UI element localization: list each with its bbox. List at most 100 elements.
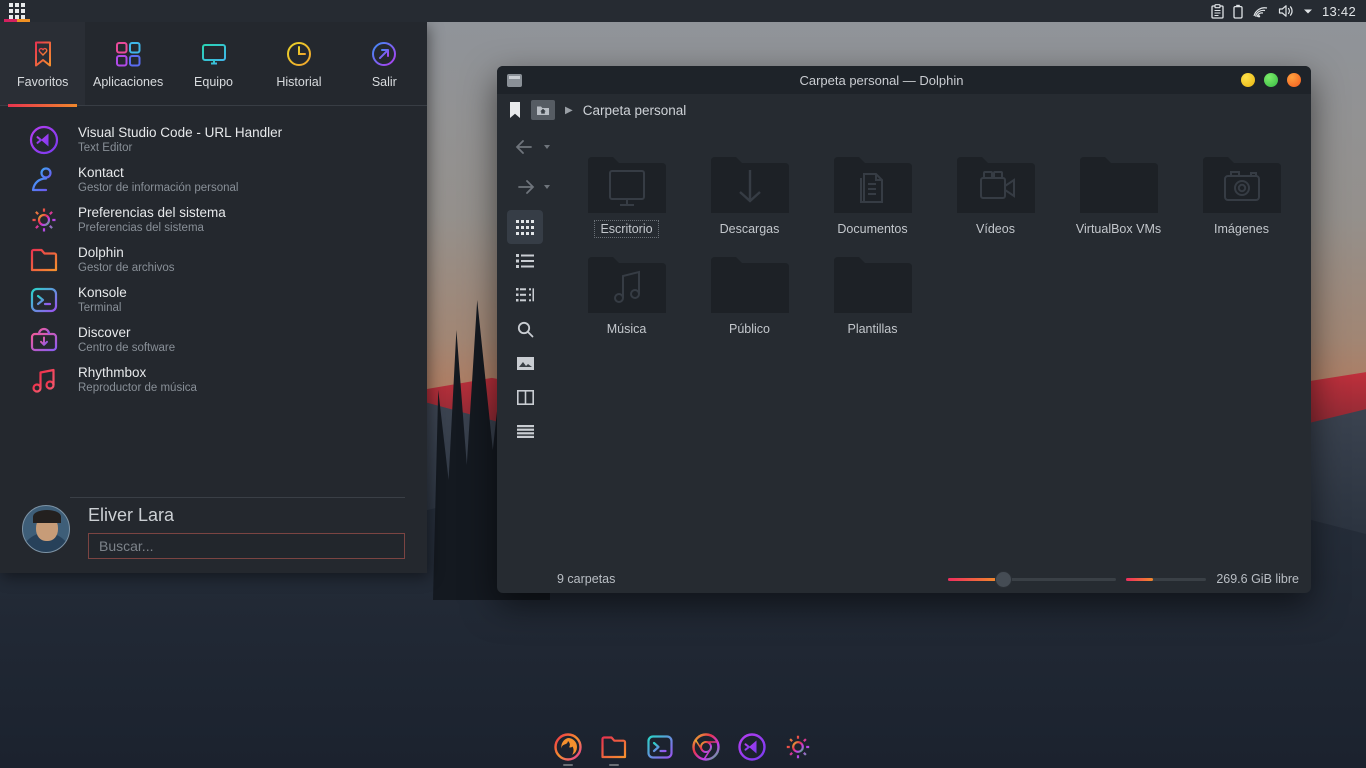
back-button[interactable] bbox=[507, 130, 543, 164]
icons-view-button[interactable] bbox=[507, 210, 543, 244]
app-item-discover[interactable]: Discover Centro de software bbox=[0, 320, 427, 360]
user-avatar[interactable] bbox=[22, 505, 70, 553]
list-view-button[interactable] bbox=[507, 244, 543, 278]
folder-publico[interactable]: Público bbox=[688, 252, 811, 338]
tab-label: Favoritos bbox=[17, 75, 68, 89]
search-button[interactable] bbox=[507, 312, 543, 346]
person-icon bbox=[28, 164, 60, 196]
home-breadcrumb-button[interactable] bbox=[531, 100, 555, 120]
maximize-button[interactable] bbox=[1264, 73, 1278, 87]
tab-label: Historial bbox=[276, 75, 321, 89]
active-tab-indicator bbox=[8, 104, 77, 107]
folder-descargas[interactable]: Descargas bbox=[688, 152, 811, 238]
tab-label: Equipo bbox=[194, 75, 233, 89]
folder-label: Descargas bbox=[714, 220, 786, 238]
dock-dolphin[interactable] bbox=[599, 732, 629, 762]
software-bag-icon bbox=[28, 324, 60, 356]
firefox-icon bbox=[553, 732, 583, 762]
dolphin-toolbar bbox=[497, 126, 553, 565]
chevron-down-icon[interactable] bbox=[1303, 8, 1313, 15]
dock bbox=[553, 732, 813, 766]
zoom-slider[interactable] bbox=[948, 572, 1116, 586]
chrome-icon bbox=[691, 732, 721, 762]
location-bar: ▶ Carpeta personal bbox=[497, 94, 1311, 126]
disk-capacity-bar bbox=[1126, 578, 1206, 581]
folder-label: Escritorio bbox=[594, 220, 658, 238]
tab-salir[interactable]: Salir bbox=[342, 22, 427, 105]
terminal-icon bbox=[645, 732, 675, 762]
tab-favoritos[interactable]: Favoritos bbox=[0, 22, 85, 105]
launcher-active-indicator bbox=[4, 19, 30, 22]
split-view-button[interactable] bbox=[507, 380, 543, 414]
dolphin-window: Carpeta personal — Dolphin ▶ Carpeta per… bbox=[497, 66, 1311, 593]
dock-chrome[interactable] bbox=[691, 732, 721, 762]
app-item-konsole[interactable]: Konsole Terminal bbox=[0, 280, 427, 320]
tab-historial[interactable]: Historial bbox=[256, 22, 341, 105]
app-title: Kontact bbox=[78, 165, 238, 181]
terminal-icon bbox=[28, 284, 60, 316]
app-title: Discover bbox=[78, 325, 175, 341]
window-titlebar[interactable]: Carpeta personal — Dolphin bbox=[497, 66, 1311, 94]
window-title: Carpeta personal — Dolphin bbox=[522, 73, 1241, 88]
back-dropdown-icon[interactable] bbox=[543, 144, 551, 150]
folder-musica[interactable]: Música bbox=[565, 252, 688, 338]
app-item-rhythmbox[interactable]: Rhythmbox Reproductor de música bbox=[0, 360, 427, 400]
folder-label: Música bbox=[601, 320, 653, 338]
folder-plantillas[interactable]: Plantillas bbox=[811, 252, 934, 338]
clipboard-icon[interactable] bbox=[1211, 4, 1224, 19]
folder-icon bbox=[599, 732, 629, 762]
compact-view-button[interactable] bbox=[507, 278, 543, 312]
tab-label: Salir bbox=[372, 75, 397, 89]
network-icon[interactable] bbox=[1252, 4, 1269, 18]
disk-capacity-fill bbox=[1126, 578, 1153, 581]
gear-icon bbox=[783, 732, 813, 762]
forward-dropdown-icon[interactable] bbox=[543, 184, 551, 190]
favorites-list: Visual Studio Code - URL Handler Text Ed… bbox=[0, 106, 427, 400]
minimize-button[interactable] bbox=[1241, 73, 1255, 87]
folder-escritorio[interactable]: Escritorio bbox=[565, 152, 688, 238]
bookmark-icon[interactable] bbox=[509, 102, 521, 119]
breadcrumb-location[interactable]: Carpeta personal bbox=[583, 103, 687, 118]
folder-icon bbox=[28, 244, 60, 276]
app-grid-icon bbox=[9, 3, 25, 19]
clock-icon bbox=[284, 39, 314, 69]
search-input[interactable] bbox=[88, 533, 405, 559]
app-item-preferencias[interactable]: Preferencias del sistema Preferencias de… bbox=[0, 200, 427, 240]
folder-label: Público bbox=[723, 320, 776, 338]
folder-label: Documentos bbox=[831, 220, 913, 238]
app-item-dolphin[interactable]: Dolphin Gestor de archivos bbox=[0, 240, 427, 280]
close-button[interactable] bbox=[1287, 73, 1301, 87]
volume-icon[interactable] bbox=[1278, 4, 1294, 18]
menu-button[interactable] bbox=[507, 414, 543, 448]
app-item-vscode[interactable]: Visual Studio Code - URL Handler Text Ed… bbox=[0, 120, 427, 160]
app-subtitle: Terminal bbox=[78, 301, 127, 315]
dock-system-settings[interactable] bbox=[783, 732, 813, 762]
user-area: Eliver Lara bbox=[0, 505, 427, 559]
launcher-tabs: Favoritos Aplicaciones Equipo H bbox=[0, 22, 427, 106]
folder-documentos[interactable]: Documentos bbox=[811, 152, 934, 238]
dolphin-statusbar: 9 carpetas 269.6 GiB libre bbox=[497, 565, 1311, 593]
dock-vscode[interactable] bbox=[737, 732, 767, 762]
tab-aplicaciones[interactable]: Aplicaciones bbox=[85, 22, 170, 105]
app-grid-icon bbox=[113, 39, 143, 69]
folder-videos[interactable]: Vídeos bbox=[934, 152, 1057, 238]
dock-firefox[interactable] bbox=[553, 732, 583, 762]
zoom-slider-handle[interactable] bbox=[995, 571, 1012, 588]
preview-button[interactable] bbox=[507, 346, 543, 380]
folder-label: Vídeos bbox=[970, 220, 1021, 238]
tab-equipo[interactable]: Equipo bbox=[171, 22, 256, 105]
app-item-kontact[interactable]: Kontact Gestor de información personal bbox=[0, 160, 427, 200]
breadcrumb-separator-icon[interactable]: ▶ bbox=[565, 105, 573, 116]
app-subtitle: Gestor de archivos bbox=[78, 261, 175, 275]
panel-clock[interactable]: 13:42 bbox=[1322, 4, 1356, 19]
folder-imagenes[interactable]: Imágenes bbox=[1180, 152, 1303, 238]
tab-label: Aplicaciones bbox=[93, 75, 163, 89]
forward-button[interactable] bbox=[507, 170, 543, 204]
app-launcher-button[interactable] bbox=[0, 0, 34, 22]
application-launcher-menu: Favoritos Aplicaciones Equipo H bbox=[0, 22, 427, 573]
folder-virtualbox-vms[interactable]: VirtualBox VMs bbox=[1057, 152, 1180, 238]
folder-label: Plantillas bbox=[841, 320, 903, 338]
dock-konsole[interactable] bbox=[645, 732, 675, 762]
battery-icon[interactable] bbox=[1233, 4, 1243, 19]
top-panel: 13:42 bbox=[0, 0, 1366, 22]
